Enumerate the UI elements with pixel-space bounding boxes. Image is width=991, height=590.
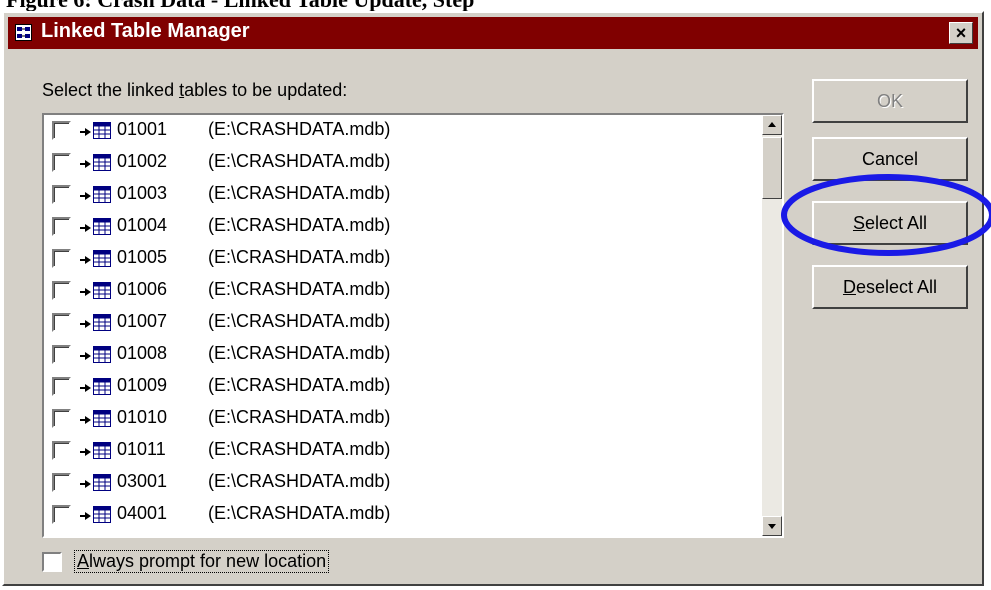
link-arrow-icon bbox=[80, 128, 91, 136]
link-arrow-icon bbox=[80, 352, 91, 360]
table-name: 01007 bbox=[117, 311, 168, 331]
table-checkbox[interactable] bbox=[52, 185, 71, 204]
table-grid-icon bbox=[93, 506, 111, 523]
link-arrow-icon bbox=[80, 512, 91, 520]
table-name: 01002 bbox=[117, 151, 168, 171]
always-prompt-checkbox[interactable] bbox=[42, 552, 62, 572]
table-grid-icon bbox=[93, 250, 111, 267]
scroll-up-button[interactable] bbox=[762, 115, 782, 135]
table-name: 01003 bbox=[117, 183, 168, 203]
table-checkbox[interactable] bbox=[52, 345, 71, 364]
arrow-down-icon bbox=[768, 524, 776, 529]
table-path: (E:\CRASHDATA.mdb) bbox=[208, 503, 391, 523]
link-arrow-icon bbox=[80, 256, 91, 264]
table-name: 01009 bbox=[117, 375, 168, 395]
ok-button[interactable]: OK bbox=[812, 79, 968, 123]
table-name: 01005 bbox=[117, 247, 168, 267]
table-path: (E:\CRASHDATA.mdb) bbox=[208, 439, 391, 459]
table-row[interactable]: 01004 (E:\CRASHDATA.mdb) bbox=[44, 211, 762, 243]
table-checkbox[interactable] bbox=[52, 249, 71, 268]
linked-tables-listbox[interactable]: 01001 (E:\CRASHDATA.mdb) 01002 (E:\CRASHDAT… bbox=[42, 113, 784, 538]
table-row[interactable]: 01006 (E:\CRASHDATA.mdb) bbox=[44, 275, 762, 307]
table-row[interactable]: 01010 (E:\CRASHDATA.mdb) bbox=[44, 403, 762, 435]
table-row[interactable]: 01003 (E:\CRASHDATA.mdb) bbox=[44, 179, 762, 211]
list-prompt: Select the linked tables to be updated: bbox=[42, 80, 348, 100]
table-name: 01008 bbox=[117, 343, 168, 363]
table-name: 01004 bbox=[117, 215, 168, 235]
table-checkbox[interactable] bbox=[52, 313, 71, 332]
table-row[interactable]: 01002 (E:\CRASHDATA.mdb) bbox=[44, 147, 762, 179]
dialog-title: Linked Table Manager bbox=[41, 20, 250, 42]
table-grid-icon bbox=[93, 154, 111, 171]
table-name: 01010 bbox=[117, 407, 168, 427]
table-grid-icon bbox=[93, 186, 111, 203]
table-row[interactable]: 01001 (E:\CRASHDATA.mdb) bbox=[44, 115, 762, 147]
linked-tables-rows: 01001 (E:\CRASHDATA.mdb) 01002 (E:\CRASHDAT… bbox=[44, 115, 762, 531]
table-grid-icon bbox=[93, 314, 111, 331]
table-grid-icon bbox=[93, 410, 111, 427]
table-row[interactable]: 01011 (E:\CRASHDATA.mdb) bbox=[44, 435, 762, 467]
linked-table-manager-dialog: Linked Table Manager × Select the linked… bbox=[2, 11, 984, 586]
table-name: 01011 bbox=[117, 439, 166, 459]
table-row[interactable]: 01009 (E:\CRASHDATA.mdb) bbox=[44, 371, 762, 403]
table-name: 04001 bbox=[117, 503, 168, 523]
table-path: (E:\CRASHDATA.mdb) bbox=[208, 247, 391, 267]
link-arrow-icon bbox=[80, 320, 91, 328]
table-path: (E:\CRASHDATA.mdb) bbox=[208, 343, 391, 363]
table-checkbox[interactable] bbox=[52, 281, 71, 300]
link-arrow-icon bbox=[80, 288, 91, 296]
table-grid-icon bbox=[93, 474, 111, 491]
link-arrow-icon bbox=[80, 416, 91, 424]
scroll-down-button[interactable] bbox=[762, 516, 782, 536]
table-name: 03001 bbox=[117, 471, 168, 491]
table-grid-icon bbox=[93, 282, 111, 299]
arrow-up-icon bbox=[768, 122, 776, 127]
table-checkbox[interactable] bbox=[52, 505, 71, 524]
table-checkbox[interactable] bbox=[52, 473, 71, 492]
table-grid-icon bbox=[93, 122, 111, 139]
link-arrow-icon bbox=[80, 192, 91, 200]
always-prompt-label[interactable]: Always prompt for new location bbox=[74, 550, 330, 573]
table-path: (E:\CRASHDATA.mdb) bbox=[208, 471, 391, 491]
table-path: (E:\CRASHDATA.mdb) bbox=[208, 279, 391, 299]
link-arrow-icon bbox=[80, 480, 91, 488]
table-path: (E:\CRASHDATA.mdb) bbox=[208, 215, 391, 235]
table-path: (E:\CRASHDATA.mdb) bbox=[208, 407, 391, 427]
table-grid-icon bbox=[93, 378, 111, 395]
table-checkbox[interactable] bbox=[52, 153, 71, 172]
table-path: (E:\CRASHDATA.mdb) bbox=[208, 183, 391, 203]
table-name: 01001 bbox=[117, 119, 168, 139]
deselect-all-button[interactable]: Deselect All bbox=[812, 265, 968, 309]
table-row[interactable]: 01007 (E:\CRASHDATA.mdb) bbox=[44, 307, 762, 339]
title-bar[interactable]: Linked Table Manager × bbox=[8, 17, 978, 49]
close-icon: × bbox=[955, 23, 967, 43]
highlight-ellipse bbox=[781, 174, 991, 256]
link-arrow-icon bbox=[80, 160, 91, 168]
table-path: (E:\CRASHDATA.mdb) bbox=[208, 375, 391, 395]
close-button[interactable]: × bbox=[949, 22, 973, 44]
link-arrow-icon bbox=[80, 448, 91, 456]
table-row[interactable]: 03001 (E:\CRASHDATA.mdb) bbox=[44, 467, 762, 499]
linked-table-manager-icon bbox=[15, 24, 32, 41]
table-checkbox[interactable] bbox=[52, 409, 71, 428]
table-path: (E:\CRASHDATA.mdb) bbox=[208, 119, 391, 139]
table-grid-icon bbox=[93, 442, 111, 459]
table-path: (E:\CRASHDATA.mdb) bbox=[208, 311, 391, 331]
table-row[interactable]: 04001 (E:\CRASHDATA.mdb) bbox=[44, 499, 762, 531]
table-checkbox[interactable] bbox=[52, 441, 71, 460]
table-grid-icon bbox=[93, 346, 111, 363]
table-row[interactable]: 01008 (E:\CRASHDATA.mdb) bbox=[44, 339, 762, 371]
table-checkbox[interactable] bbox=[52, 217, 71, 236]
table-checkbox[interactable] bbox=[52, 121, 71, 140]
table-checkbox[interactable] bbox=[52, 377, 71, 396]
table-grid-icon bbox=[93, 218, 111, 235]
table-row[interactable]: 01005 (E:\CRASHDATA.mdb) bbox=[44, 243, 762, 275]
table-path: (E:\CRASHDATA.mdb) bbox=[208, 151, 391, 171]
link-arrow-icon bbox=[80, 224, 91, 232]
table-name: 01006 bbox=[117, 279, 168, 299]
link-arrow-icon bbox=[80, 384, 91, 392]
